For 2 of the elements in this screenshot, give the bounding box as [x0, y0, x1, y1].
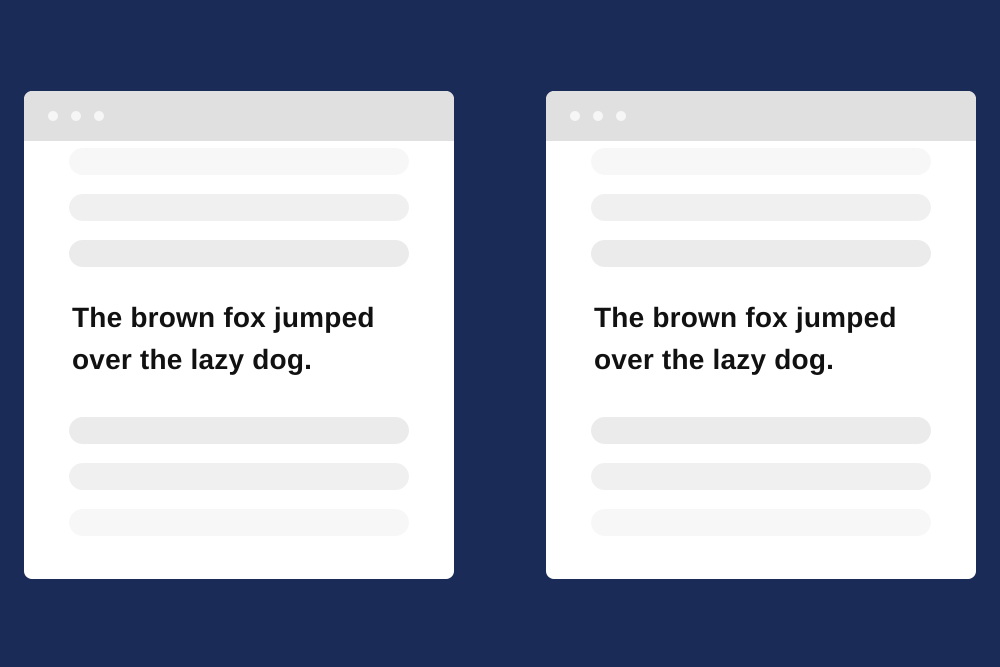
- sample-text: The brown fox jumped over the lazy dog.: [593, 301, 898, 377]
- sample-text: The brown fox jumped over the lazy dog.: [71, 301, 376, 377]
